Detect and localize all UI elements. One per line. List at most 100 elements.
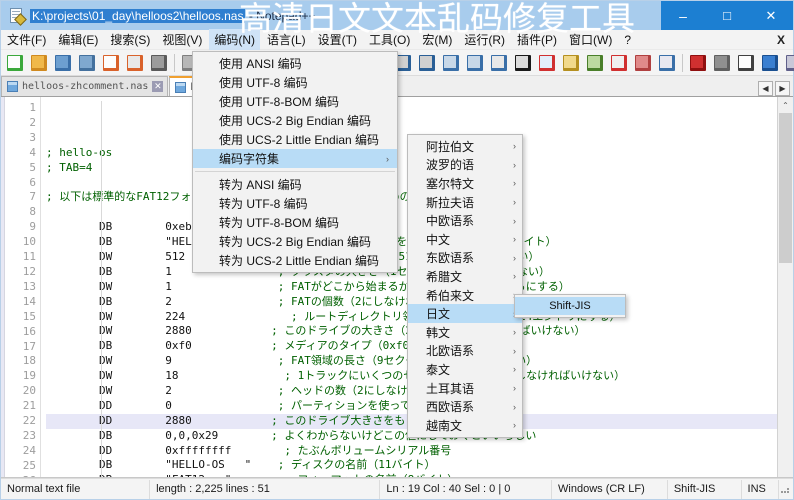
scroll-up-arrow[interactable]: ⌃ [778, 97, 793, 113]
menu-item-3[interactable]: 视图(V) [157, 29, 207, 50]
macro-play-icon[interactable] [735, 52, 757, 74]
japanese-charset-submenu[interactable]: Shift-JIS [514, 294, 626, 318]
code-line[interactable]: DB "HELLO-OS " ; ディスクの名前（11バイト） [46, 458, 793, 473]
line-number: 8 [29, 205, 36, 219]
macro-fast-play-icon[interactable] [759, 52, 781, 74]
user-define-dialog-icon[interactable] [560, 52, 582, 74]
resize-grip[interactable] [779, 483, 793, 495]
charset-item-0[interactable]: 阿拉伯文 › [408, 137, 522, 156]
save-icon[interactable] [52, 52, 74, 74]
indent-guide-icon[interactable] [536, 52, 558, 74]
charset-item-14[interactable]: 西欧语系 › [408, 397, 522, 416]
line-number: 4 [29, 145, 36, 159]
menu-item-10[interactable]: 插件(P) [512, 29, 562, 50]
vertical-scrollbar[interactable]: ⌃ [777, 97, 793, 477]
encoding-menu-item-9[interactable]: 转为 UTF-8-BOM 编码 [193, 213, 397, 232]
encoding-menu-item-11[interactable]: 转为 UCS-2 Little Endian 编码 [193, 251, 397, 270]
menu-item-label: 转为 UTF-8-BOM 编码 [219, 216, 339, 230]
encoding-menu-item-8[interactable]: 转为 UTF-8 编码 [193, 194, 397, 213]
menu-item-label: 使用 UCS-2 Big Endian 编码 [219, 114, 372, 128]
maximize-button[interactable]: □ [705, 1, 749, 30]
chevron-right-icon: › [513, 234, 516, 245]
close-all-files-icon[interactable] [124, 52, 146, 74]
tab-prev-button[interactable]: ◀ [758, 81, 773, 96]
status-file-type: Normal text file [1, 479, 151, 499]
code-line[interactable]: DB "FAT12 " ; フォーマットの名前（8バイト） [46, 473, 793, 477]
function-list-icon[interactable] [608, 52, 630, 74]
charset-item-1[interactable]: 波罗的语 › [408, 156, 522, 175]
encoding-menu-item-2[interactable]: 使用 UTF-8-BOM 编码 [193, 92, 397, 111]
vertical-scroll-thumb[interactable] [779, 113, 792, 263]
sync-v-scroll-icon[interactable] [440, 52, 462, 74]
charset-item-15[interactable]: 越南文 › [408, 416, 522, 435]
menu-item-9[interactable]: 运行(R) [459, 29, 510, 50]
charset-item-label: 日文 [426, 307, 451, 322]
menu-item-0[interactable]: 文件(F) [2, 29, 51, 50]
menu-item-6[interactable]: 设置(T) [313, 29, 362, 50]
window-title: K:\projects\01_day\helloos2\helloos.nas … [30, 8, 661, 23]
charset-item-6[interactable]: 东欧语系 › [408, 249, 522, 268]
zoom-out-icon[interactable] [416, 52, 438, 74]
charset-item-10[interactable]: 韩文 › [408, 323, 522, 342]
charset-item-11[interactable]: 北欧语系 › [408, 342, 522, 361]
macro-stop-icon[interactable] [711, 52, 733, 74]
folder-as-workspace-icon[interactable] [632, 52, 654, 74]
charset-item-7[interactable]: 希腊文 › [408, 267, 522, 286]
menu-item-7[interactable]: 工具(O) [364, 29, 415, 50]
charset-item-3[interactable]: 斯拉夫语 › [408, 193, 522, 212]
new-file-icon[interactable] [4, 52, 26, 74]
print-icon[interactable] [148, 52, 170, 74]
menu-item-2[interactable]: 搜索(S) [105, 29, 155, 50]
menu-item-11[interactable]: 窗口(W) [564, 29, 617, 50]
menu-item-4[interactable]: 编码(N) [209, 29, 260, 50]
tab-0[interactable]: helloos-zhcomment.nas ✕ [1, 76, 169, 96]
japanese-charset-item-0[interactable]: Shift-JIS [515, 297, 625, 315]
encoding-menu-item-1[interactable]: 使用 UTF-8 编码 [193, 73, 397, 92]
macro-save-icon[interactable] [783, 52, 794, 74]
word-wrap-icon[interactable] [488, 52, 510, 74]
charset-item-13[interactable]: 土耳其语 › [408, 379, 522, 398]
charset-item-12[interactable]: 泰文 › [408, 360, 522, 379]
line-number: 3 [29, 130, 36, 144]
chevron-right-icon: › [513, 252, 516, 263]
line-number: 20 [22, 384, 36, 398]
charset-item-4[interactable]: 中欧语系 › [408, 211, 522, 230]
charset-item-9[interactable]: 日文› [408, 304, 522, 323]
show-all-chars-icon[interactable] [512, 52, 534, 74]
line-number: 15 [22, 309, 36, 323]
charset-item-5[interactable]: 中文 › [408, 230, 522, 249]
macro-record-icon[interactable] [687, 52, 709, 74]
menu-item-12[interactable]: ? [619, 31, 636, 49]
encoding-menu-dropdown[interactable]: 使用 ANSI 编码 使用 UTF-8 编码 使用 UTF-8-BOM 编码 使用 U… [192, 51, 398, 273]
encoding-menu-item-4[interactable]: 使用 UCS-2 Little Endian 编码 [193, 130, 397, 149]
minimize-button[interactable]: – [661, 1, 705, 30]
save-all-icon[interactable] [76, 52, 98, 74]
status-encoding: Shift-JIS [668, 479, 742, 499]
encoding-menu-item-10[interactable]: 转为 UCS-2 Big Endian 编码 [193, 232, 397, 251]
encoding-menu-item-0[interactable]: 使用 ANSI 编码 [193, 54, 397, 73]
charset-item-8[interactable]: 希伯来文› [408, 286, 522, 305]
charset-submenu[interactable]: 阿拉伯文 › 波罗的语 › 塞尔特文 › 斯拉夫语 › 中欧语系 › 中文 › 东欧语系 › 希腊文 › 希伯来… [407, 134, 523, 438]
window-controls: – □ ✕ [661, 1, 793, 30]
encoding-menu-item-7[interactable]: 转为 ANSI 编码 [193, 175, 397, 194]
document-map-icon[interactable] [584, 52, 606, 74]
close-file-icon[interactable] [100, 52, 122, 74]
tab-next-button[interactable]: ▶ [775, 81, 790, 96]
open-file-icon[interactable] [28, 52, 50, 74]
charset-item-2[interactable]: 塞尔特文 › [408, 174, 522, 193]
menu-item-1[interactable]: 编辑(E) [53, 29, 103, 50]
menu-item-8[interactable]: 宏(M) [417, 29, 457, 50]
sync-h-scroll-icon[interactable] [464, 52, 486, 74]
encoding-menu-item-3[interactable]: 使用 UCS-2 Big Endian 编码 [193, 111, 397, 130]
menu-item-label: 使用 ANSI 编码 [219, 57, 302, 71]
menu-item-5[interactable]: 语言(L) [262, 29, 311, 50]
line-number: 17 [22, 339, 36, 353]
menu-item-label: 转为 UTF-8 编码 [219, 197, 308, 211]
close-button[interactable]: ✕ [749, 1, 793, 30]
tab-close-icon[interactable]: ✕ [152, 81, 164, 92]
monitoring-icon[interactable] [656, 52, 678, 74]
chevron-right-icon: › [513, 383, 516, 394]
code-line[interactable]: DD 0xffffffff ; たぶんボリュームシリアル番号 [46, 444, 793, 459]
close-document-button[interactable]: X [769, 33, 793, 47]
encoding-menu-item-5[interactable]: 编码字符集 › [193, 149, 397, 168]
